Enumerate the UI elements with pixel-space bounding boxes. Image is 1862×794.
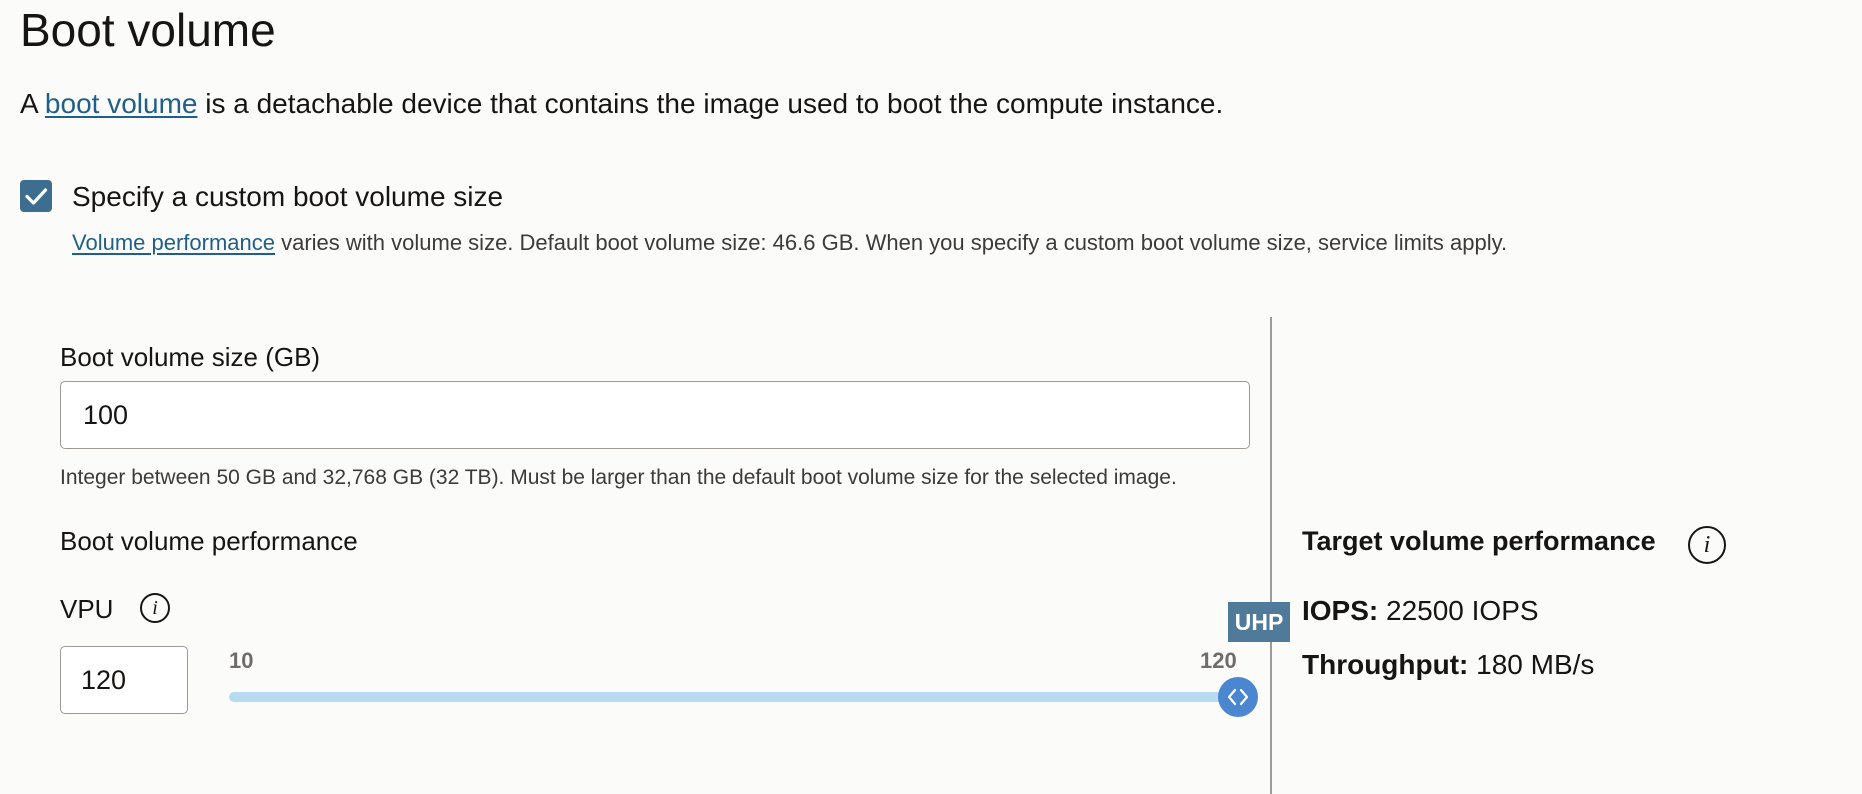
target-performance-info-icon[interactable]: i (1688, 526, 1726, 564)
throughput-metric: Throughput: 180 MB/s (1302, 648, 1594, 682)
iops-metric: IOPS: 22500 IOPS (1302, 594, 1539, 628)
section-description: A boot volume is a detachable device tha… (20, 86, 1223, 122)
intro-prefix: A (20, 88, 45, 119)
slider-min-label: 10 (229, 648, 254, 673)
custom-size-help: Volume performance varies with volume si… (72, 229, 1507, 257)
intro-suffix: is a detachable device that contains the… (197, 88, 1224, 119)
custom-size-help-text: varies with volume size. Default boot vo… (275, 230, 1508, 255)
vertical-divider (1270, 317, 1272, 794)
custom-size-checkbox[interactable] (20, 180, 52, 212)
custom-size-checkbox-label[interactable]: Specify a custom boot volume size (72, 179, 503, 215)
boot-volume-size-input[interactable] (60, 381, 1250, 449)
uhp-badge: UHP (1228, 602, 1290, 642)
vpu-slider-track[interactable] (229, 692, 1239, 702)
boot-volume-size-help: Integer between 50 GB and 32,768 GB (32 … (60, 466, 1177, 489)
volume-performance-link[interactable]: Volume performance (72, 230, 275, 255)
boot-volume-performance-heading: Boot volume performance (60, 526, 358, 556)
section-title: Boot volume (20, 4, 276, 56)
vpu-input[interactable] (60, 646, 188, 714)
checkmark-icon (25, 188, 48, 205)
chevrons-left-right-icon (1227, 688, 1249, 706)
vpu-label: VPU (60, 594, 114, 624)
target-volume-performance-heading: Target volume performance (1302, 526, 1656, 556)
boot-volume-link[interactable]: boot volume (45, 88, 198, 119)
boot-volume-size-label: Boot volume size (GB) (60, 342, 321, 372)
iops-label: IOPS: (1302, 595, 1379, 626)
throughput-value: 180 MB/s (1468, 649, 1595, 680)
vpu-info-icon[interactable]: i (140, 593, 170, 623)
throughput-label: Throughput: (1302, 649, 1469, 680)
vpu-slider-handle[interactable] (1218, 677, 1258, 717)
slider-max-label: 120 (1200, 648, 1237, 673)
iops-value: 22500 IOPS (1378, 595, 1539, 626)
